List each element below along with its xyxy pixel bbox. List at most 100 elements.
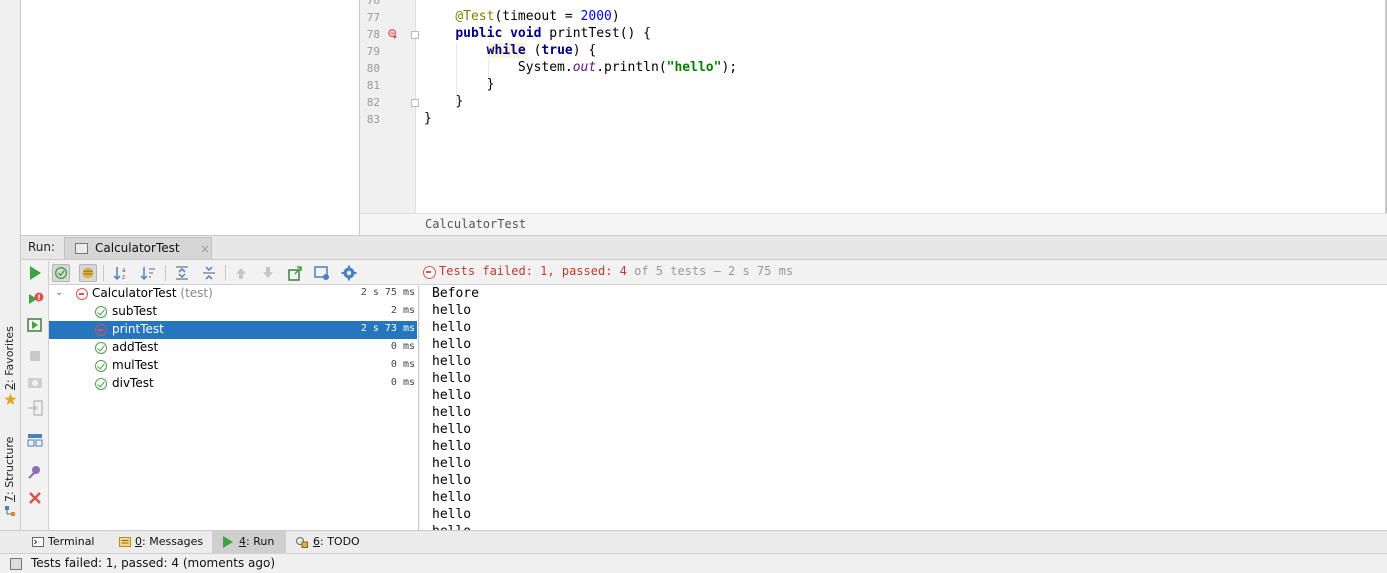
rerun-failed-tests-icon[interactable]	[26, 290, 44, 308]
test-name: addTest	[112, 340, 159, 354]
run-config-tab[interactable]: CalculatorTest ×	[64, 237, 212, 259]
test-failed-run-icon[interactable]	[388, 29, 398, 39]
test-tree-item[interactable]: printTest 2 s 73 ms	[49, 321, 417, 339]
console-line: hello	[432, 337, 472, 352]
rerun-icon[interactable]	[26, 264, 44, 282]
show-passed-icon[interactable]	[52, 264, 70, 282]
run-label: Run:	[28, 240, 56, 254]
console-output[interactable]: Before hello hello hello hello hello hel…	[420, 285, 1387, 530]
test-suite-suffix: (test)	[176, 286, 213, 300]
left-tool-stripe: 2: Favorites 7: Structure	[0, 0, 21, 530]
console-line: hello	[432, 388, 472, 403]
test-tree-item[interactable]: divTest 0 ms	[49, 375, 417, 393]
close-icon[interactable]	[26, 489, 44, 507]
code-line-79: while (true) {	[486, 43, 597, 58]
run-tab-label: : Run	[246, 535, 275, 548]
test-name: mulTest	[112, 358, 159, 372]
test-summary: Tests failed: 1, passed: 4 of 5 tests – …	[439, 264, 794, 278]
run-tab-number: 4	[239, 535, 246, 548]
todo-tab-number: 6	[313, 535, 320, 548]
exit-icon[interactable]	[26, 399, 44, 417]
console-line: hello	[432, 473, 472, 488]
breadcrumb-item[interactable]: CalculatorTest	[425, 217, 526, 231]
test-failed-icon	[76, 288, 88, 300]
sort-by-duration-icon[interactable]	[139, 264, 157, 282]
settings-gear-icon[interactable]	[340, 264, 358, 282]
test-passed-icon	[95, 378, 107, 390]
test-duration: 2 s 75 ms	[360, 287, 415, 298]
test-tree-item[interactable]: subTest 2 ms	[49, 303, 417, 321]
star-icon	[4, 393, 17, 405]
stop-icon[interactable]	[26, 347, 44, 365]
show-ignored-icon[interactable]	[79, 264, 97, 282]
restore-layout-icon[interactable]	[26, 431, 44, 449]
svg-text:z: z	[122, 274, 125, 281]
close-icon[interactable]: ×	[200, 242, 210, 256]
todo-tab[interactable]: 6: TODO	[288, 531, 360, 553]
terminal-tab-label: Terminal	[48, 535, 95, 548]
terminal-tab[interactable]: Terminal	[22, 531, 104, 553]
chevron-down-icon[interactable]: ⌄	[55, 287, 63, 298]
code-line-77: @Test(timeout = 2000)	[455, 9, 620, 24]
import-results-icon[interactable]	[313, 264, 331, 282]
favorites-tab-number: 2	[3, 383, 16, 390]
toggle-auto-test-icon[interactable]	[26, 316, 44, 334]
terminal-icon	[32, 537, 44, 547]
pin-icon[interactable]	[26, 463, 44, 481]
test-duration: 2 s 73 ms	[360, 323, 415, 334]
line-number: 80	[366, 62, 380, 75]
console-line: hello	[432, 439, 472, 454]
test-duration: 0 ms	[390, 377, 415, 388]
test-tree-item[interactable]: mulTest 0 ms	[49, 357, 417, 375]
sort-alphabetically-icon[interactable]: az	[112, 264, 130, 282]
expand-all-icon[interactable]	[173, 264, 191, 282]
tool-windows-icon[interactable]	[10, 558, 22, 570]
messages-icon	[119, 537, 131, 547]
line-number: 79	[366, 45, 380, 58]
status-bar: Tests failed: 1, passed: 4 (moments ago)	[0, 553, 1387, 573]
run-tab[interactable]: 4: Run	[212, 531, 286, 553]
console-line: hello	[432, 507, 472, 522]
fold-marker[interactable]	[411, 31, 419, 39]
previous-failed-test-icon[interactable]	[232, 264, 250, 282]
structure-tab-number: 7	[3, 495, 16, 502]
favorites-tab-label: : Favorites	[3, 326, 16, 383]
status-bar-message[interactable]: Tests failed: 1, passed: 4 (moments ago)	[31, 556, 275, 570]
test-failed-icon	[95, 324, 107, 336]
test-config-icon	[75, 243, 88, 254]
camera-icon[interactable]	[26, 373, 44, 391]
test-passed-icon	[95, 306, 107, 318]
messages-tab[interactable]: 0: Messages	[109, 531, 207, 553]
fold-marker[interactable]	[411, 99, 419, 107]
console-line: hello	[432, 303, 472, 318]
line-number: 82	[366, 96, 380, 109]
test-duration: 0 ms	[390, 359, 415, 370]
line-number: 83	[366, 113, 380, 126]
line-number: 77	[366, 11, 380, 24]
console-line: hello	[432, 456, 472, 471]
run-window-header: Run: CalculatorTest ×	[21, 235, 1387, 260]
structure-tab[interactable]: 7: Structure	[1, 428, 19, 520]
export-results-icon[interactable]	[286, 264, 304, 282]
test-duration: 0 ms	[390, 341, 415, 352]
project-panel	[21, 0, 360, 235]
code-line-82: }	[455, 94, 464, 109]
test-name: subTest	[112, 304, 158, 318]
collapse-all-icon[interactable]	[200, 264, 218, 282]
run-vertical-toolbar	[21, 261, 49, 530]
code-line-78: public void printTest() {	[455, 26, 651, 41]
next-failed-test-icon[interactable]	[259, 264, 277, 282]
test-tree-root[interactable]: ⌄ CalculatorTest (test) 2 s 75 ms	[49, 285, 417, 303]
toolbar-separator	[165, 265, 166, 281]
structure-icon	[5, 506, 15, 516]
console-line: hello	[432, 354, 472, 369]
run-tab-label: CalculatorTest	[95, 241, 180, 255]
editor-gutter[interactable]: 76 77 78 79 80 81 82 83	[360, 0, 419, 213]
favorites-tab[interactable]: 2: Favorites	[1, 318, 19, 408]
test-tree-item[interactable]: addTest 0 ms	[49, 339, 417, 357]
todo-tab-label: : TODO	[320, 535, 360, 548]
toolbar-separator	[225, 265, 226, 281]
toolbar-separator	[103, 265, 104, 281]
console-line: hello	[432, 490, 472, 505]
code-editor[interactable]: 76 77 78 79 80 81 82 83 @Test(timeout = …	[360, 0, 1387, 235]
